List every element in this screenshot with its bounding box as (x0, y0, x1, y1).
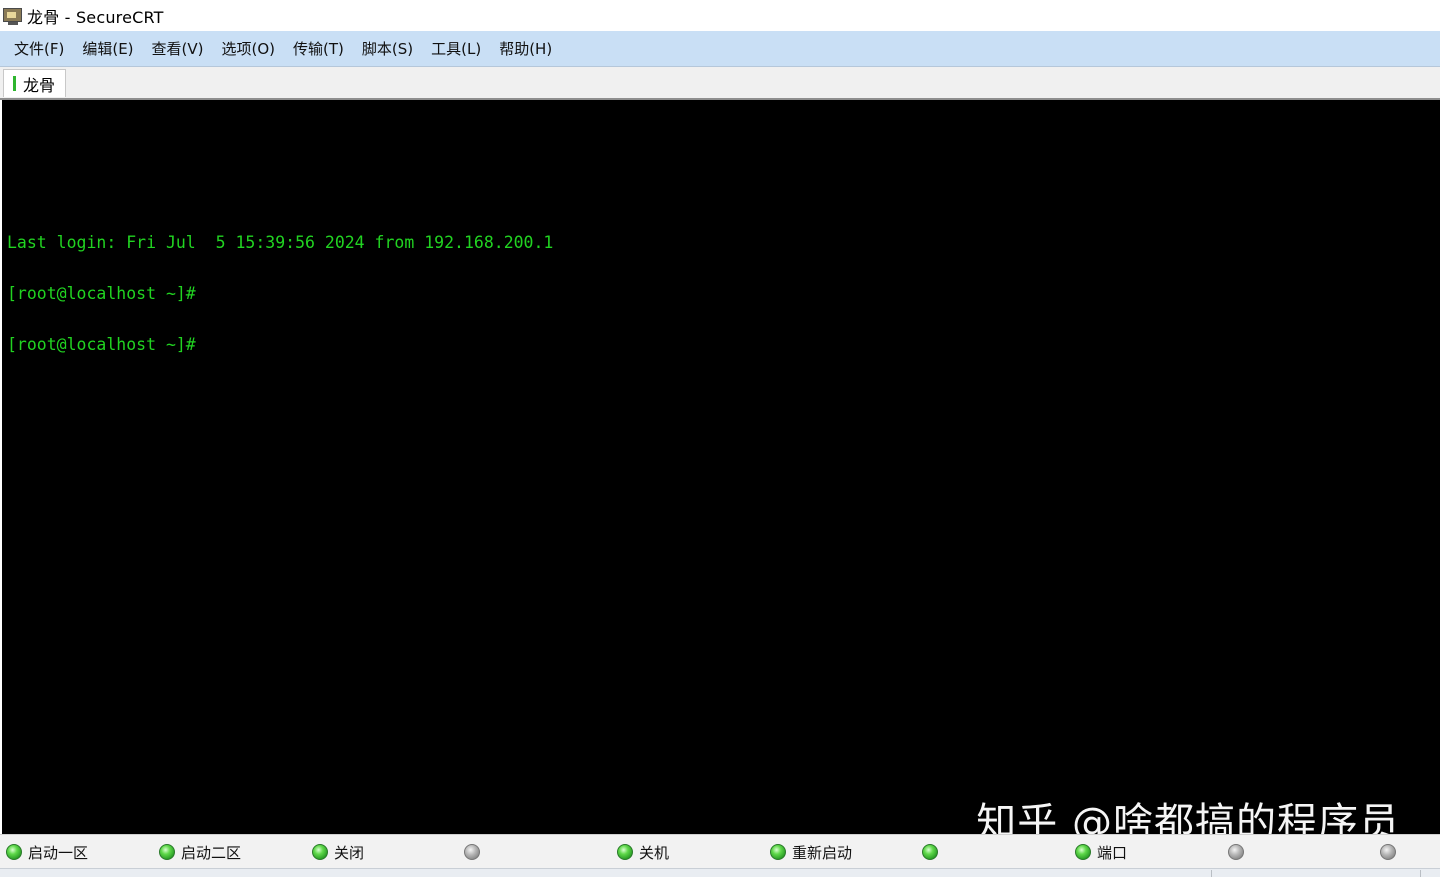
gray-led-icon (1228, 844, 1244, 860)
green-led-icon (6, 844, 22, 860)
securecrt-monitor-icon (3, 7, 23, 25)
session-tab[interactable]: 龙骨 (3, 69, 67, 97)
button-empty-10[interactable] (1380, 841, 1402, 863)
menu-view[interactable]: 查看(V) (143, 34, 213, 63)
button-empty-4[interactable] (464, 841, 486, 863)
gray-led-icon (1380, 844, 1396, 860)
terminal-output: Last login: Fri Jul 5 15:39:56 2024 from… (7, 200, 553, 387)
green-led-icon (1075, 844, 1091, 860)
button-restart[interactable]: 重新启动 (770, 841, 852, 863)
securecrt-window: 龙骨 - SecureCRT 文件(F) 编辑(E) 查看(V) 选项(O) 传… (0, 0, 1440, 877)
status-separator (1211, 870, 1212, 877)
menu-bar: 文件(F) 编辑(E) 查看(V) 选项(O) 传输(T) 脚本(S) 工具(L… (0, 31, 1440, 67)
button-bar: 启动一区 启动二区 关闭 关机 重新启动 端口 (0, 834, 1440, 868)
button-label: 关机 (639, 843, 670, 862)
session-tab-strip: 龙骨 (0, 67, 1440, 100)
title-bar[interactable]: 龙骨 - SecureCRT (0, 0, 1440, 31)
menu-file[interactable]: 文件(F) (5, 34, 73, 63)
menu-transfer[interactable]: 传输(T) (284, 34, 353, 63)
green-led-icon (159, 844, 175, 860)
menu-edit[interactable]: 编辑(E) (73, 34, 142, 63)
button-label: 端口 (1097, 843, 1128, 862)
terminal-line-prompt: [root@localhost ~]# (7, 335, 196, 354)
menu-tools[interactable]: 工具(L) (422, 34, 490, 63)
green-led-icon (312, 844, 328, 860)
button-label: 重新启动 (792, 843, 853, 862)
watermark: 知乎 @啥都搞的程序员 (976, 800, 1400, 834)
menu-options[interactable]: 选项(O) (213, 34, 285, 63)
menu-script[interactable]: 脚本(S) (353, 34, 422, 63)
status-separator (1420, 870, 1421, 877)
terminal-screen[interactable]: Last login: Fri Jul 5 15:39:56 2024 from… (2, 100, 1440, 834)
button-start-zone-2[interactable]: 启动二区 (159, 841, 241, 863)
green-led-icon (617, 844, 633, 860)
button-start-zone-1[interactable]: 启动一区 (6, 841, 88, 863)
button-empty-9[interactable] (1228, 841, 1250, 863)
window-title: 龙骨 - SecureCRT (27, 7, 164, 27)
gray-led-icon (464, 844, 480, 860)
button-close[interactable]: 关闭 (312, 841, 364, 863)
terminal-line-last-login: Last login: Fri Jul 5 15:39:56 2024 from… (7, 233, 554, 252)
terminal-line-prompt: [root@localhost ~]# (7, 284, 196, 303)
session-tab-label: 龙骨 (23, 75, 56, 95)
menu-help[interactable]: 帮助(H) (490, 34, 561, 63)
button-shutdown[interactable]: 关机 (617, 841, 669, 863)
button-label: 启动二区 (181, 843, 242, 862)
button-label: 启动一区 (28, 843, 89, 862)
button-label: 关闭 (334, 843, 365, 862)
button-port[interactable]: 端口 (1075, 841, 1127, 863)
status-bar (0, 868, 1440, 877)
green-led-icon (922, 844, 938, 860)
green-led-icon (770, 844, 786, 860)
connected-status-indicator (13, 76, 16, 91)
button-empty-7[interactable] (922, 841, 944, 863)
